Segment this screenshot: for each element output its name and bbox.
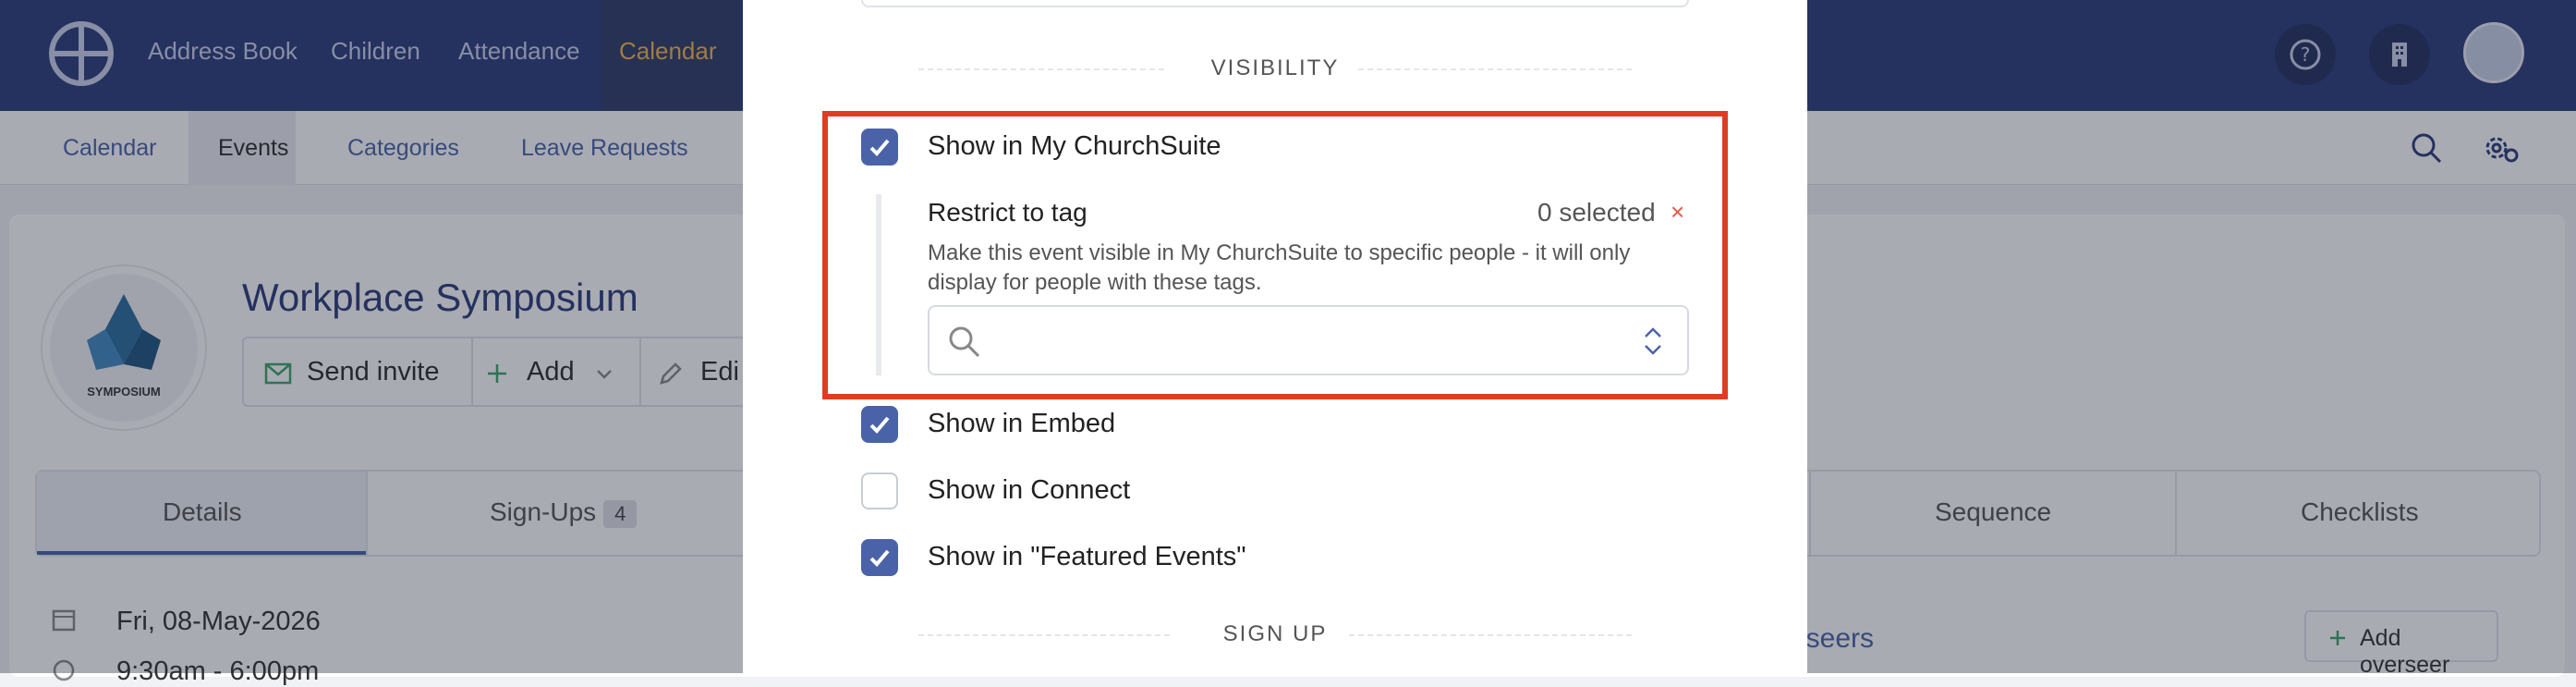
show-embed-checkbox[interactable] (861, 406, 898, 443)
show-connect-checkbox[interactable] (861, 472, 898, 509)
show-featured-label: Show in "Featured Events" (928, 542, 1246, 571)
show-embed-label: Show in Embed (928, 409, 1116, 438)
visibility-heading: VISIBILITY (1210, 55, 1340, 80)
signup-heading: SIGN UP (1222, 621, 1328, 646)
show-connect-label: Show in Connect (928, 475, 1131, 505)
show-featured-checkbox[interactable] (861, 539, 898, 576)
highlight-box (822, 111, 1728, 399)
previous-field[interactable] (861, 0, 1689, 7)
checkmark-icon (869, 416, 890, 434)
checkmark-icon (869, 549, 890, 567)
